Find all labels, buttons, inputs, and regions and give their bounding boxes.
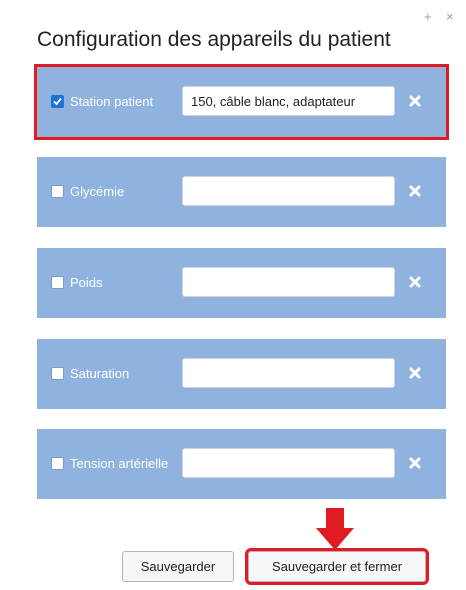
checkmark-icon bbox=[53, 97, 62, 106]
poids-input[interactable] bbox=[182, 267, 395, 297]
device-row-glycemie: Glycémie bbox=[37, 157, 446, 227]
device-label: Station patient bbox=[70, 94, 154, 109]
device-label: Tension artérielle bbox=[70, 456, 169, 471]
expand-window-button[interactable]: + bbox=[424, 10, 432, 23]
tension-arterielle-input[interactable] bbox=[182, 448, 395, 478]
dialog-title: Configuration des appareils du patient bbox=[37, 28, 391, 51]
glycemie-input[interactable] bbox=[182, 176, 395, 206]
device-row-tension-arterielle: Tension artérielle bbox=[37, 429, 446, 499]
saturation-checkbox[interactable] bbox=[51, 367, 64, 380]
glycemie-checkbox[interactable] bbox=[51, 185, 64, 198]
device-label: Saturation bbox=[70, 366, 130, 381]
saturation-input[interactable] bbox=[182, 358, 395, 388]
close-icon[interactable] bbox=[407, 93, 423, 109]
tension-arterielle-checkbox[interactable] bbox=[51, 457, 64, 470]
close-icon[interactable] bbox=[407, 365, 423, 381]
close-icon[interactable] bbox=[407, 274, 423, 290]
device-row-poids: Poids bbox=[37, 248, 446, 318]
station-patient-input[interactable] bbox=[182, 86, 395, 116]
device-label: Poids bbox=[70, 275, 103, 290]
poids-checkbox[interactable] bbox=[51, 276, 64, 289]
station-patient-checkbox[interactable] bbox=[51, 95, 64, 108]
close-icon[interactable] bbox=[407, 455, 423, 471]
device-label: Glycémie bbox=[70, 184, 125, 199]
save-button[interactable]: Sauvegarder bbox=[122, 551, 234, 582]
device-row-saturation: Saturation bbox=[37, 339, 446, 409]
close-window-button[interactable]: × bbox=[446, 10, 454, 23]
save-and-close-button[interactable]: Sauvegarder et fermer bbox=[245, 548, 429, 585]
arrow-down-icon bbox=[316, 508, 354, 550]
close-icon[interactable] bbox=[407, 183, 423, 199]
device-row-station-patient: Station patient bbox=[34, 64, 449, 140]
